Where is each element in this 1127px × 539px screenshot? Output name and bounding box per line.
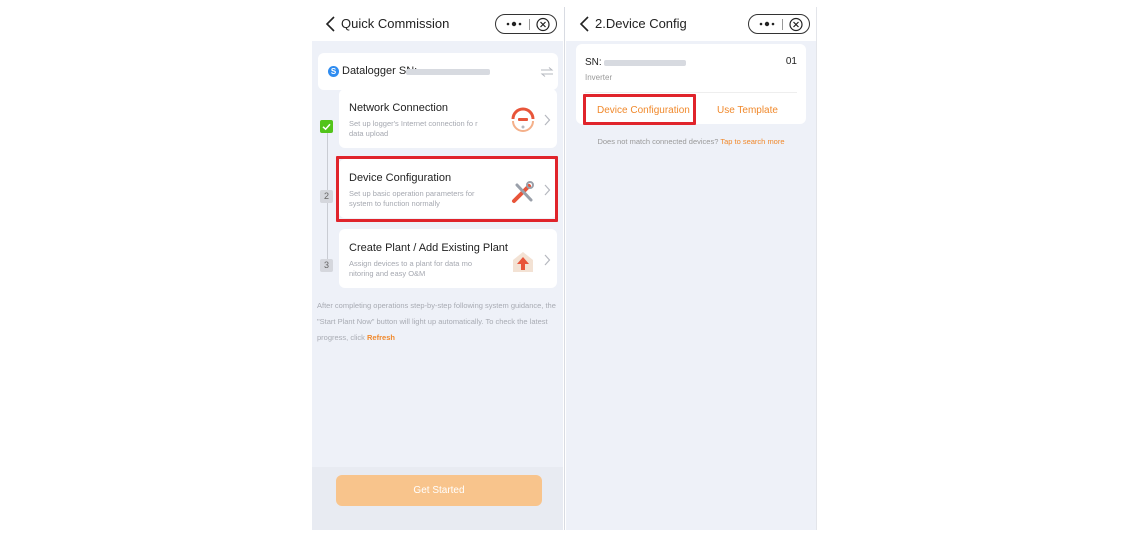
step-title: Network Connection (349, 102, 449, 114)
step-card-network-connection[interactable]: Network Connection Set up logger's Inter… (339, 89, 557, 148)
top-bar: 2.Device Config (566, 7, 816, 41)
back-arrow-icon[interactable] (324, 16, 338, 32)
step-card-device-configuration[interactable]: Device Configuration Set up basic operat… (339, 159, 557, 218)
back-arrow-icon[interactable] (578, 16, 592, 32)
refresh-link[interactable]: Refresh (367, 333, 395, 342)
device-card: SN: 01 Inverter Device Configuration Use… (576, 44, 806, 124)
get-started-button[interactable]: Get Started (336, 475, 542, 506)
chevron-right-icon (543, 113, 551, 126)
page-title: 2.Device Config (595, 16, 687, 31)
more-icon[interactable] (756, 17, 778, 31)
mini-program-capsule (495, 14, 557, 34)
capsule-divider (782, 19, 783, 30)
device-configuration-button[interactable]: Device Configuration (597, 105, 690, 116)
search-hint: Does not match connected devices? Tap to… (566, 137, 816, 146)
chevron-right-icon (543, 253, 551, 266)
page-title: Quick Commission (341, 16, 450, 31)
screen-edge (816, 7, 817, 530)
datalogger-icon: S (328, 66, 339, 77)
step-title: Device Configuration (349, 172, 452, 184)
check-icon (320, 120, 333, 133)
step-number-2: 2 (320, 190, 333, 203)
datalogger-bar: S Datalogger SN: (318, 53, 558, 90)
tap-to-search-link[interactable]: Tap to search more (720, 137, 784, 146)
bottom-bar: Get Started (312, 467, 563, 530)
datalogger-sn-masked (406, 69, 490, 75)
top-bar: Quick Commission (312, 7, 563, 41)
device-address: 01 (785, 56, 797, 67)
step-description: Set up basic operation parameters for sy… (349, 189, 475, 208)
close-icon[interactable] (535, 17, 551, 32)
step-card-create-plant[interactable]: Create Plant / Add Existing Plant Assign… (339, 229, 557, 288)
quick-commission-screen: Quick Commission S Datalogger SN: 2 3 Ne… (312, 7, 563, 530)
step-description: Set up logger's Internet connection fo r… (349, 119, 478, 138)
close-icon[interactable] (788, 17, 804, 32)
chevron-right-icon (543, 183, 551, 196)
use-template-button[interactable]: Use Template (717, 105, 778, 116)
card-divider (585, 92, 797, 93)
guidance-text: After completing operations step-by-step… (317, 298, 557, 346)
network-icon (509, 106, 537, 132)
sn-label: SN: (585, 57, 602, 68)
more-icon[interactable] (503, 17, 525, 31)
swap-icon[interactable] (540, 65, 554, 77)
step-number-3: 3 (320, 259, 333, 272)
screen-divider (564, 7, 565, 530)
device-type: Inverter (585, 73, 613, 82)
guidance-body: After completing operations step-by-step… (317, 301, 556, 342)
hint-text: Does not match connected devices? (597, 137, 721, 146)
step-title: Create Plant / Add Existing Plant (349, 242, 508, 254)
plant-upload-icon (509, 249, 537, 275)
capsule-divider (529, 19, 530, 30)
device-config-screen: 2.Device Config SN: 01 Inverter Device C… (566, 7, 816, 530)
step-description: Assign devices to a plant for data mo ni… (349, 259, 472, 278)
mini-program-capsule (748, 14, 810, 34)
device-sn-masked (604, 60, 686, 66)
tools-icon (509, 180, 537, 206)
